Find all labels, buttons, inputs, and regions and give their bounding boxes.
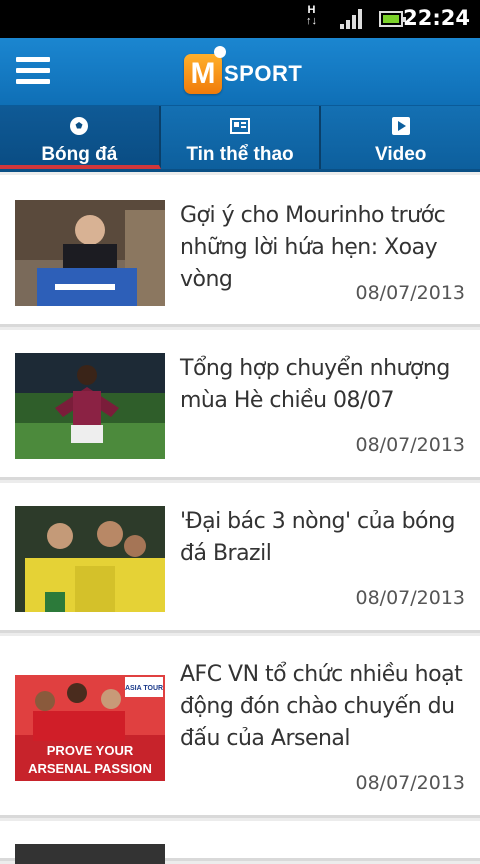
article-title: Tổng hợp chuyển nhượng mùa Hè chiều 08/0…: [180, 356, 450, 413]
thumb-line2: ARSENAL PASSION: [28, 761, 152, 776]
logo-text: SPORT: [224, 61, 303, 86]
network-indicator: H ↑↓: [306, 4, 317, 27]
menu-icon[interactable]: [16, 57, 50, 87]
article-date: 08/07/2013: [355, 587, 465, 609]
status-bar: H ↑↓ 22:24: [0, 0, 480, 38]
tab-label: Bóng đá: [41, 144, 118, 165]
article-thumbnail: [15, 353, 165, 459]
tab-tin-the-thao[interactable]: Tin thể thao: [160, 106, 322, 169]
thumb-badge: ASIA TOUR: [125, 685, 163, 692]
article-date: 08/07/2013: [355, 282, 465, 304]
article-item[interactable]: [0, 821, 480, 864]
article-thumbnail: [15, 200, 165, 306]
tab-bar: Bóng đá Tin thể thao Video: [0, 106, 480, 172]
tab-label: Tin thể thao: [186, 144, 294, 165]
article-title: AFC VN tổ chức nhiều hoạt động đón chào …: [180, 662, 463, 751]
play-icon: [391, 117, 410, 135]
soccer-ball-icon: [70, 117, 89, 135]
article-title: 'Đại bác 3 nòng' của bóng đá Brazil: [180, 509, 455, 566]
battery-icon: [379, 11, 406, 27]
article-item[interactable]: Gợi ý cho Mourinho trước những lời hứa h…: [0, 175, 480, 327]
app-bar: M SPORT: [0, 38, 480, 106]
thumb-line1: PROVE YOUR: [47, 743, 134, 758]
clock: 22:24: [403, 6, 470, 30]
tab-video[interactable]: Video: [321, 106, 480, 169]
article-item[interactable]: Tổng hợp chuyển nhượng mùa Hè chiều 08/0…: [0, 330, 480, 480]
article-date: 08/07/2013: [355, 772, 465, 794]
newspaper-icon: [230, 118, 250, 134]
logo-mark: M: [184, 46, 226, 94]
article-item[interactable]: ASIA TOUR PROVE YOUR ARSENAL PASSION AFC…: [0, 636, 480, 818]
article-date: 08/07/2013: [355, 434, 465, 456]
article-thumbnail: ASIA TOUR PROVE YOUR ARSENAL PASSION: [15, 675, 165, 781]
tab-label: Video: [374, 144, 427, 165]
article-item[interactable]: 'Đại bác 3 nòng' của bóng đá Brazil 08/0…: [0, 483, 480, 633]
article-thumbnail: [15, 506, 165, 612]
signal-icon: [340, 9, 362, 29]
app-logo: M SPORT: [184, 46, 303, 94]
article-thumbnail: [15, 844, 165, 864]
tab-bong-da[interactable]: Bóng đá: [0, 106, 161, 169]
